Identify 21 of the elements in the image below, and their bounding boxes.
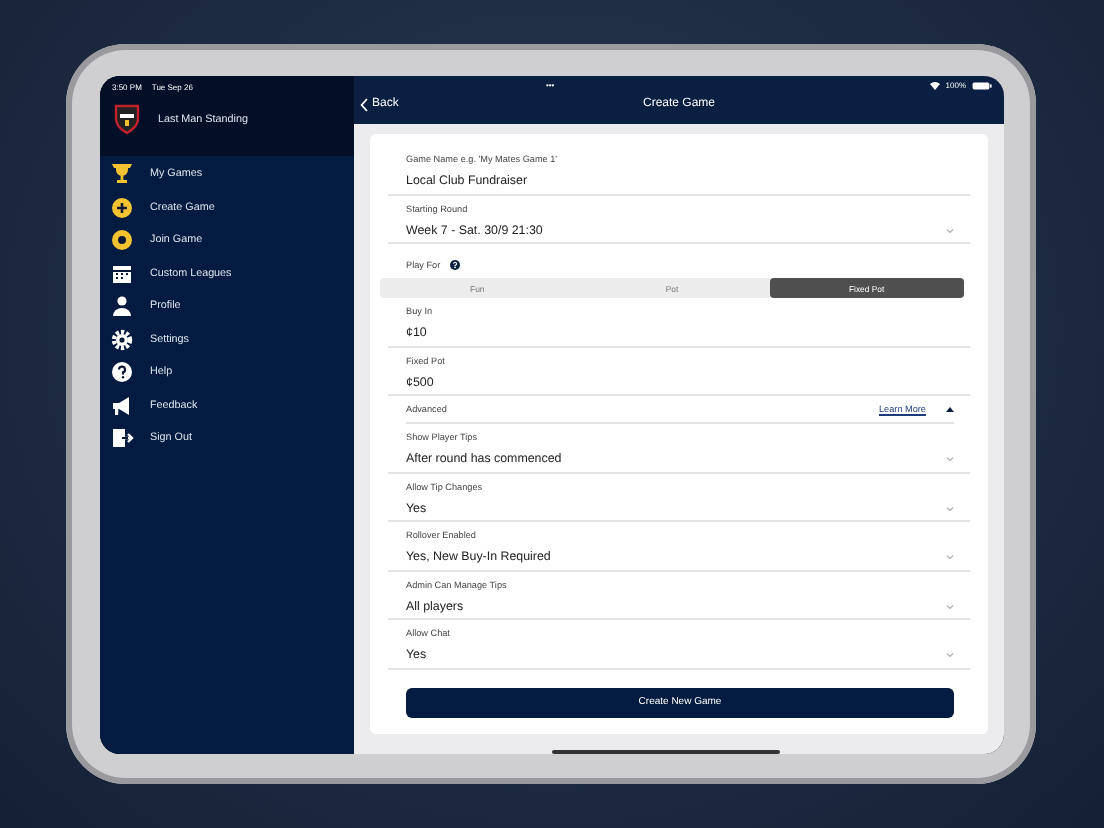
target-icon — [110, 228, 134, 253]
sign-out-icon — [110, 426, 134, 451]
chevron-down-icon — [946, 652, 954, 658]
chevron-down-icon — [946, 456, 954, 462]
chevron-down-icon — [946, 554, 954, 560]
gear-icon — [110, 327, 134, 352]
chevron-down-icon — [946, 505, 954, 511]
chevron-down-icon — [946, 227, 954, 233]
chevron-down-icon — [946, 603, 954, 609]
help-icon — [110, 360, 134, 385]
person-icon — [110, 294, 134, 319]
plus-circle-icon — [110, 195, 134, 220]
wifi-icon — [929, 81, 940, 89]
trophy-icon — [110, 162, 134, 187]
calendar-icon — [110, 261, 134, 286]
chevron-left-icon — [360, 97, 368, 111]
shield-logo-icon — [114, 104, 140, 134]
caret-up-icon[interactable] — [946, 406, 954, 412]
battery-icon — [972, 81, 992, 89]
megaphone-icon — [110, 393, 134, 418]
help-icon[interactable] — [450, 260, 461, 270]
